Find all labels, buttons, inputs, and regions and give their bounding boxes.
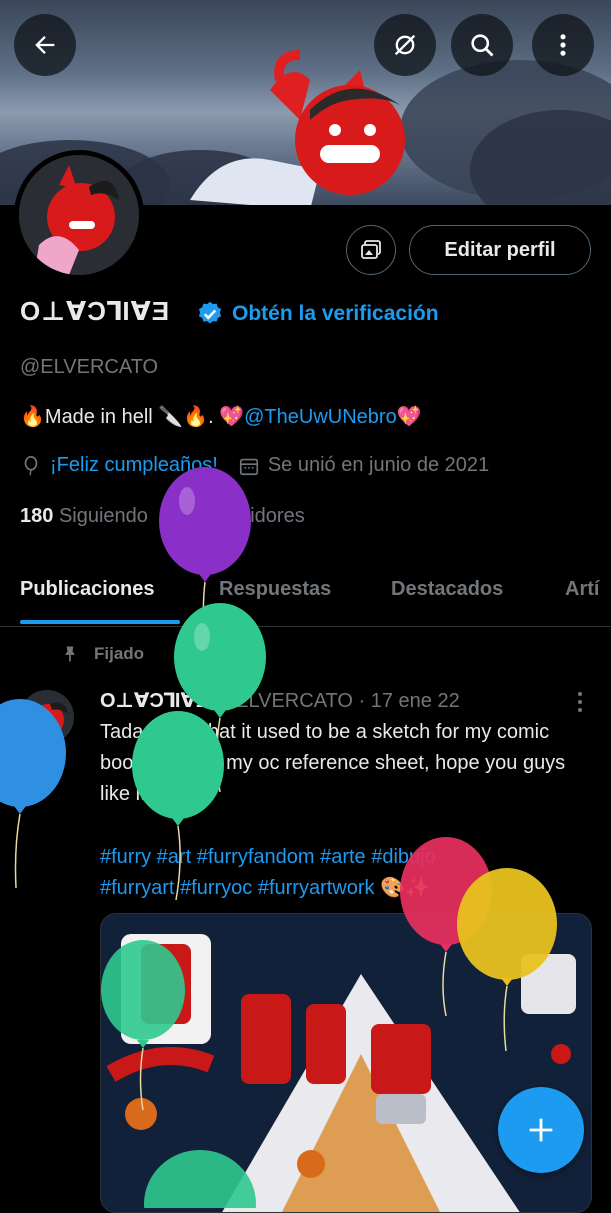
arrow-left-icon [35,36,55,54]
bio-suffix: 💖 [396,406,422,428]
more-vertical-icon [560,34,566,56]
edit-profile-button[interactable]: Editar perfil [409,225,591,275]
tab-destacados[interactable]: Destacados [391,578,503,601]
gallery-icon [361,240,381,259]
balloon-yellow [457,868,557,1052]
more-button[interactable] [532,14,594,76]
pinned-label: Fijado [60,644,144,664]
pinned-text: Fijado [94,644,145,663]
bio-text: 🔥Made in hell 🔪🔥. 💖 [20,406,245,428]
back-button[interactable] [14,14,76,76]
balloon-blue [0,699,66,888]
display-name: O⊥∀ϽꓶI∀Ǝ [20,296,171,326]
verified-badge-icon [198,301,222,324]
get-verified-label: Obtén la verificación [232,302,439,325]
pin-icon [65,646,75,662]
following-link[interactable]: 180 Siguiendo [20,505,148,527]
search-icon [471,34,494,57]
gallery-button[interactable] [346,225,396,275]
post-more-icon[interactable] [572,690,588,714]
joined-date: Se unió en junio de 2021 [267,454,490,476]
profile-avatar[interactable] [14,150,144,280]
profile-tabs: Publicaciones Respuestas Destacados Artí [0,570,611,627]
mute-icon [394,34,416,56]
banner-artwork [190,50,405,205]
get-verified-link[interactable]: Obtén la verificación [196,300,439,328]
following-label: Siguiendo [58,505,148,527]
search-button[interactable] [451,14,513,76]
bio-mention-link[interactable]: @TheUwUNebro [244,406,397,428]
tab-publicaciones[interactable]: Publicaciones [20,578,155,601]
profile-handle: @ELVERCATO [20,356,159,378]
balloon-icon [24,455,38,475]
balloon-green-2 [132,711,224,900]
balloon-green-4 [144,1150,256,1208]
post-date[interactable]: · 17 ene 22 [359,690,460,712]
mute-button[interactable] [374,14,436,76]
tab-articulos[interactable]: Artí [565,578,599,601]
balloon-green-3 [101,940,185,1110]
avatar-artwork [19,155,139,275]
compose-post-button[interactable] [498,1087,584,1173]
profile-bio: 🔥Made in hell 🔪🔥. 💖@TheUwUNebro💖 [20,404,422,429]
following-count: 180 [20,505,54,527]
plus-icon [529,1118,553,1142]
